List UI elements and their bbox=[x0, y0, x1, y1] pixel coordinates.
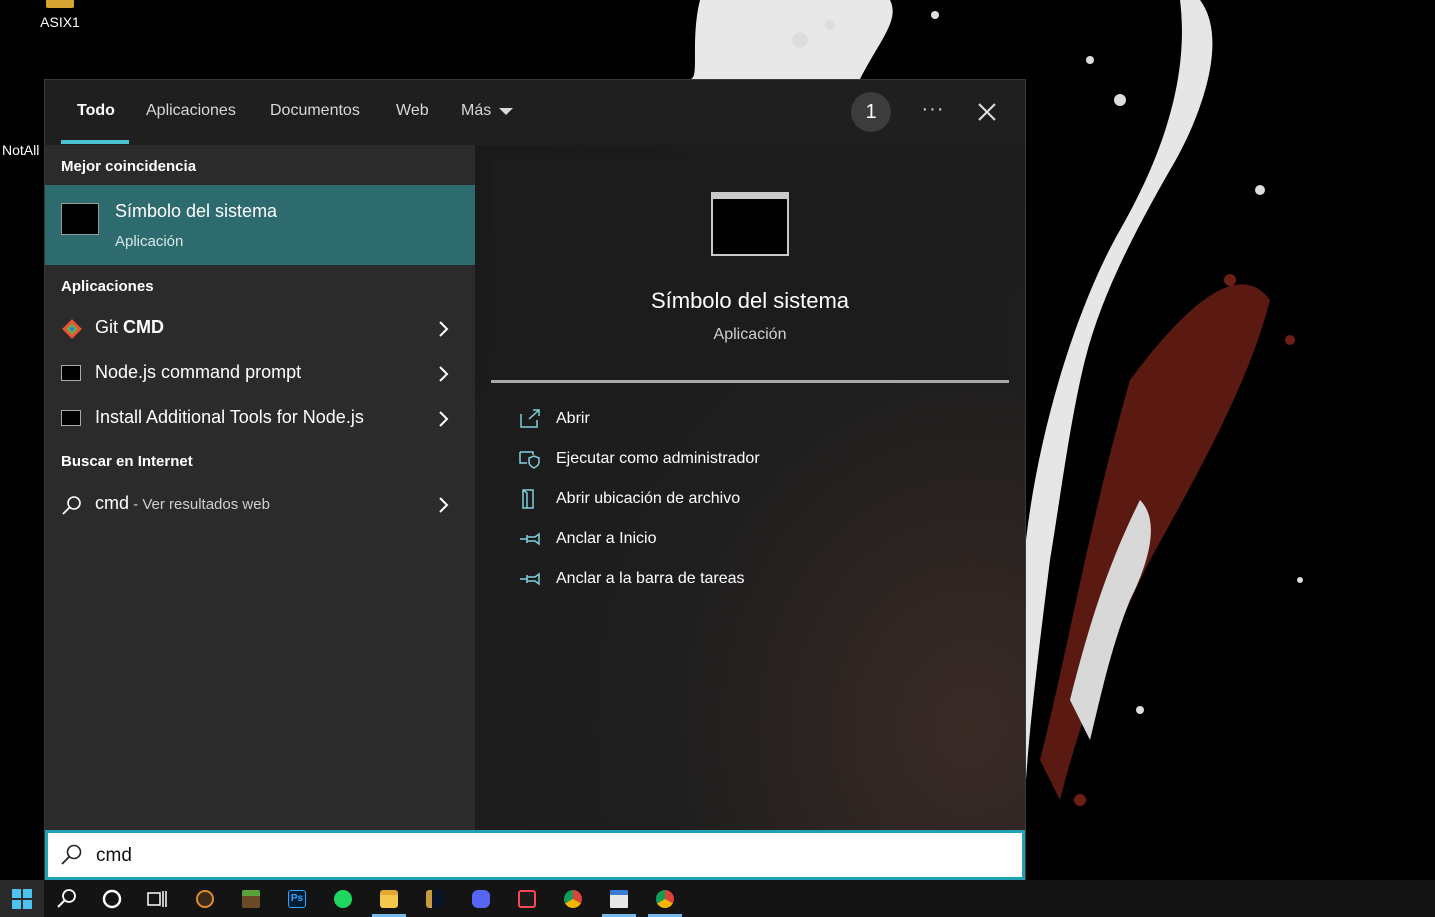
task-view-icon bbox=[147, 890, 167, 907]
results-list: Mejor coincidencia Símbolo del sistema A… bbox=[45, 145, 475, 831]
close-icon[interactable] bbox=[975, 100, 999, 124]
open-icon bbox=[520, 409, 540, 428]
action-pin-taskbar[interactable]: Anclar a la barra de tareas bbox=[491, 561, 991, 597]
start-button[interactable] bbox=[0, 880, 44, 917]
list-item-git-cmd[interactable]: Git CMD bbox=[45, 307, 475, 351]
search-button[interactable] bbox=[44, 880, 90, 917]
taskbar-app-spotify[interactable] bbox=[320, 880, 366, 917]
tab-todo[interactable]: Todo bbox=[77, 102, 115, 120]
action-label: Ejecutar como administrador bbox=[556, 450, 760, 467]
best-match-header: Mejor coincidencia bbox=[61, 158, 197, 175]
chevron-down-icon bbox=[499, 107, 514, 115]
command-prompt-icon bbox=[61, 203, 99, 235]
discord-icon bbox=[472, 889, 490, 908]
apps-header: Aplicaciones bbox=[61, 278, 154, 295]
action-abrir[interactable]: Abrir bbox=[491, 401, 991, 437]
folder-icon bbox=[46, 0, 74, 8]
photoshop-icon: Ps bbox=[288, 889, 306, 908]
taskbar-app-window[interactable] bbox=[596, 880, 642, 917]
search-icon bbox=[57, 888, 76, 908]
desktop-icon-label: ASIX1 bbox=[40, 14, 80, 30]
file-location-icon bbox=[522, 489, 534, 509]
taskbar-app-file-explorer[interactable] bbox=[366, 880, 412, 917]
action-file-location[interactable]: Abrir ubicación de archivo bbox=[491, 481, 991, 517]
search-tabs-bar: Todo Aplicaciones Documentos Web Más 1 ·… bbox=[45, 80, 1025, 145]
web-search-header: Buscar en Internet bbox=[61, 453, 193, 470]
tab-aplicaciones[interactable]: Aplicaciones bbox=[146, 102, 236, 120]
chevron-right-icon[interactable] bbox=[437, 410, 449, 428]
valorant-icon bbox=[518, 889, 536, 908]
search-flyout: Todo Aplicaciones Documentos Web Más 1 ·… bbox=[44, 79, 1026, 880]
action-label: Abrir ubicación de archivo bbox=[556, 490, 741, 507]
command-prompt-icon bbox=[711, 192, 789, 256]
list-item-label: cmd - Ver resultados web bbox=[95, 493, 270, 513]
pin-icon bbox=[520, 572, 540, 586]
taskbar-app-league[interactable] bbox=[412, 880, 458, 917]
app-icon bbox=[196, 889, 214, 908]
best-match-title: Símbolo del sistema bbox=[115, 201, 278, 221]
chevron-right-icon[interactable] bbox=[437, 365, 449, 383]
taskbar-app-photoshop[interactable]: Ps bbox=[274, 880, 320, 917]
taskbar-app-minecraft[interactable] bbox=[228, 880, 274, 917]
taskbar-app-1[interactable] bbox=[182, 880, 228, 917]
list-item-label: Git CMD bbox=[95, 317, 165, 337]
action-run-as-admin[interactable]: Ejecutar como administrador bbox=[491, 441, 991, 477]
git-icon bbox=[62, 319, 82, 339]
rewards-badge[interactable]: 1 bbox=[851, 92, 891, 132]
search-input[interactable]: cmd bbox=[45, 830, 1025, 880]
cortana-button[interactable] bbox=[89, 880, 135, 917]
console-icon bbox=[61, 365, 81, 381]
minecraft-icon bbox=[242, 889, 260, 908]
admin-shield-icon bbox=[519, 451, 540, 469]
tab-mas-label: Más bbox=[461, 102, 492, 119]
action-label: Anclar a Inicio bbox=[556, 530, 657, 547]
folder-icon bbox=[380, 889, 398, 908]
list-item-install-tools[interactable]: Install Additional Tools for Node.js bbox=[45, 397, 475, 441]
more-options-icon[interactable]: ··· bbox=[921, 98, 945, 122]
chrome-icon bbox=[656, 889, 674, 908]
preview-title: Símbolo del sistema bbox=[650, 288, 850, 313]
list-item-nodejs-prompt[interactable]: Node.js command prompt bbox=[45, 352, 475, 396]
task-view-button[interactable] bbox=[134, 880, 180, 917]
list-item-label: Install Additional Tools for Node.js bbox=[95, 407, 364, 427]
preview-subtitle: Aplicación bbox=[713, 326, 787, 343]
taskbar-app-chrome[interactable] bbox=[550, 880, 596, 917]
action-pin-start[interactable]: Anclar a Inicio bbox=[491, 521, 991, 557]
action-label: Abrir bbox=[556, 410, 590, 427]
chevron-right-icon[interactable] bbox=[437, 320, 449, 338]
tab-web[interactable]: Web bbox=[396, 102, 429, 120]
taskbar-app-valorant[interactable] bbox=[504, 880, 550, 917]
action-label: Anclar a la barra de tareas bbox=[556, 570, 745, 587]
spotify-icon bbox=[334, 889, 352, 908]
search-query[interactable]: cmd bbox=[96, 845, 132, 867]
preview-pane: Símbolo del sistema Aplicación Abrir Eje… bbox=[475, 145, 1025, 831]
list-item-web-search[interactable]: cmd - Ver resultados web bbox=[45, 483, 475, 527]
tab-documentos[interactable]: Documentos bbox=[270, 102, 360, 120]
window-icon bbox=[610, 889, 628, 908]
console-icon bbox=[61, 410, 81, 426]
search-icon bbox=[61, 844, 82, 865]
chrome-icon bbox=[564, 889, 582, 908]
desktop-icon-asix1[interactable]: ASIX1 bbox=[30, 0, 90, 30]
taskbar-app-chrome-2[interactable] bbox=[642, 880, 688, 917]
taskbar: Ps bbox=[0, 880, 1435, 917]
chevron-right-icon[interactable] bbox=[437, 496, 449, 514]
desktop-icon-label-partial[interactable]: NotAll bbox=[2, 142, 39, 158]
preview-card: Símbolo del sistema Aplicación bbox=[491, 161, 1009, 381]
cortana-icon bbox=[102, 889, 122, 908]
best-match-item[interactable]: Símbolo del sistema Aplicación bbox=[45, 185, 475, 265]
pin-icon bbox=[520, 532, 540, 546]
preview-divider bbox=[491, 380, 1009, 383]
tab-mas[interactable]: Más bbox=[461, 102, 514, 120]
league-icon bbox=[426, 889, 444, 908]
search-icon bbox=[62, 496, 81, 515]
best-match-subtitle: Aplicación bbox=[115, 233, 184, 250]
taskbar-app-discord[interactable] bbox=[458, 880, 504, 917]
list-item-label: Node.js command prompt bbox=[95, 362, 302, 382]
active-tab-indicator bbox=[61, 140, 129, 144]
windows-icon bbox=[12, 888, 32, 909]
